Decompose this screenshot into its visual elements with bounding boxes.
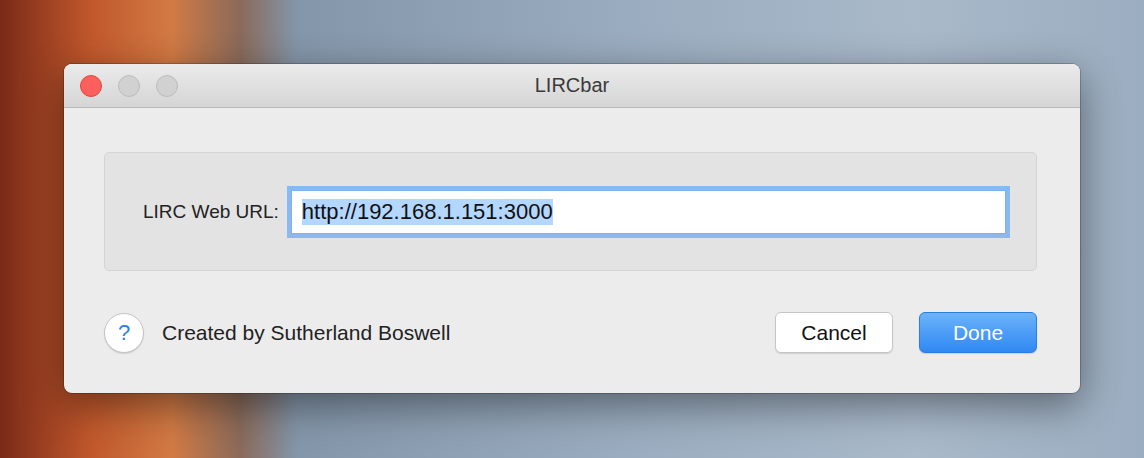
settings-group: LIRC Web URL: http://192.168.1.151:3000 — [104, 152, 1037, 271]
url-field[interactable]: http://192.168.1.151:3000 — [291, 190, 1006, 234]
url-value: http://192.168.1.151:3000 — [302, 199, 553, 225]
minimize-icon[interactable] — [118, 75, 140, 97]
dialog-window: LIRCbar LIRC Web URL: http://192.168.1.151… — [64, 64, 1080, 393]
desktop: LIRCbar LIRC Web URL: http://192.168.1.151… — [0, 0, 1144, 458]
close-icon[interactable] — [80, 75, 102, 97]
credit-text: Created by Sutherland Boswell — [162, 321, 757, 345]
dialog-button[interactable]: Done — [919, 312, 1037, 353]
window-controls — [80, 75, 535, 97]
dialog-body: LIRC Web URL: http://192.168.1.151:3000? C… — [64, 108, 1080, 393]
zoom-icon[interactable] — [156, 75, 178, 97]
window-title: LIRCbar — [535, 74, 609, 97]
help-button[interactable]: ? — [104, 313, 144, 353]
dialog-button[interactable]: Cancel — [775, 312, 893, 353]
button-row: Cancel Done — [775, 312, 1037, 353]
title-bar[interactable]: LIRCbar — [64, 64, 1080, 108]
url-label: LIRC Web URL: — [143, 201, 279, 223]
dialog-footer: ? Created by Sutherland Boswell Cancel Done — [104, 312, 1037, 353]
